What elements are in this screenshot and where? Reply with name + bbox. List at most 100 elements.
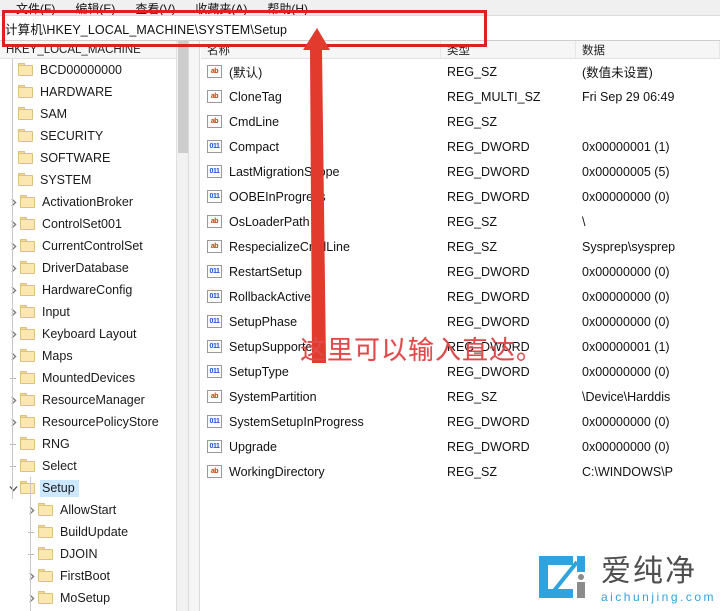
chevron-right-icon[interactable] [6, 389, 20, 411]
dword-value-icon: 011 [207, 340, 222, 353]
registry-values-pane[interactable]: 名称 类型 数据 ab (默认) REG_SZ (数值未设置) ab CloneTag RE… [201, 41, 720, 611]
tree-root-header[interactable]: HKEY_LOCAL_MACHINE [0, 41, 188, 59]
value-data-cell: 0x00000000 (0) [582, 314, 670, 329]
address-path-text[interactable]: 计算机\HKEY_LOCAL_MACHINE\SYSTEM\Setup [5, 19, 287, 38]
tree-item-keyboard-layout[interactable]: Keyboard Layout [0, 323, 188, 345]
tree-item-mosetup[interactable]: MoSetup [0, 587, 188, 609]
value-name-label: WorkingDirectory [229, 464, 325, 479]
tree-item-driverdatabase[interactable]: DriverDatabase [0, 257, 188, 279]
value-name-cell[interactable]: 011 Upgrade [201, 440, 441, 454]
tree-item-firstboot[interactable]: FirstBoot [0, 565, 188, 587]
tree-item-mounteddevices[interactable]: MountedDevices [0, 367, 188, 389]
value-row[interactable]: ab (默认) REG_SZ (数值未设置) [201, 59, 720, 84]
dword-value-icon: 011 [207, 415, 222, 428]
value-name-label: SystemSetupInProgress [229, 414, 364, 429]
tree-item-controlset001[interactable]: ControlSet001 [0, 213, 188, 235]
chevron-right-icon[interactable] [6, 411, 20, 433]
menu-item-file[interactable]: 文件(F) [6, 2, 65, 15]
tree-item-resourcemanager[interactable]: ResourceManager [0, 389, 188, 411]
tree-item-activationbroker[interactable]: ActivationBroker [0, 191, 188, 213]
tree-item-djoin[interactable]: DJOIN [0, 543, 188, 565]
value-row[interactable]: 011 Compact REG_DWORD 0x00000001 (1) [201, 134, 720, 159]
value-row[interactable]: ab SystemPartition REG_SZ \Device\Harddis [201, 384, 720, 409]
value-row[interactable]: ab RespecializeCmdLine REG_SZ Sysprep\syspr… [201, 234, 720, 259]
folder-icon [18, 151, 35, 165]
chevron-right-icon[interactable] [6, 235, 20, 257]
chevron-right-icon[interactable] [6, 279, 20, 301]
menu-item-view[interactable]: 查看(V) [125, 2, 185, 15]
tree-item-buildupdate[interactable]: BuildUpdate [0, 521, 188, 543]
folder-icon [38, 525, 55, 539]
values-list-container: ab (默认) REG_SZ (数值未设置) ab CloneTag REG_MULTI_S… [201, 59, 720, 484]
value-name-cell[interactable]: ab WorkingDirectory [201, 465, 441, 479]
folder-icon [38, 503, 55, 517]
string-value-icon: ab [207, 390, 222, 403]
value-row[interactable]: 011 SystemSetupInProgress REG_DWORD 0x00000… [201, 409, 720, 434]
column-header-type[interactable]: 类型 [441, 41, 576, 58]
tree-item-label: HARDWARE [40, 84, 113, 99]
value-row[interactable]: ab WorkingDirectory REG_SZ C:\WINDOWS\P [201, 459, 720, 484]
chevron-down-icon[interactable] [6, 477, 20, 499]
chevron-right-icon[interactable] [24, 587, 38, 609]
folder-icon [20, 415, 37, 429]
tree-item-label: SYSTEM [40, 172, 92, 187]
value-row[interactable]: ab OsLoaderPath REG_SZ \ [201, 209, 720, 234]
tree-item-sam[interactable]: SAM [0, 103, 188, 125]
tree-item-system[interactable]: SYSTEM [0, 169, 188, 191]
value-data-cell: 0x00000000 (0) [582, 364, 670, 379]
watermark-logo-icon [533, 552, 591, 607]
watermark-text-block: 爱纯净 aichunjing.com [601, 556, 716, 603]
tree-item-currentcontrolset[interactable]: CurrentControlSet [0, 235, 188, 257]
registry-tree-pane[interactable]: HKEY_LOCAL_MACHINE BCD00000000 HARDWARE SA… [0, 41, 188, 611]
chevron-right-icon[interactable] [6, 191, 20, 213]
value-name-label: CloneTag [229, 89, 282, 104]
tree-item-label: BCD00000000 [40, 62, 123, 77]
menu-item-favorites[interactable]: 收藏夹(A) [185, 2, 257, 15]
value-row[interactable]: 011 RestartSetup REG_DWORD 0x00000000 (0) [201, 259, 720, 284]
tree-item-maps[interactable]: Maps [0, 345, 188, 367]
value-data-cell: (数值未设置) [582, 66, 653, 80]
column-header-data[interactable]: 数据 [576, 41, 720, 58]
value-name-label: Compact [229, 139, 280, 154]
value-row[interactable]: 011 Upgrade REG_DWORD 0x00000000 (0) [201, 434, 720, 459]
tree-item-hardware[interactable]: HARDWARE [0, 81, 188, 103]
menu-item-edit[interactable]: 编辑(E) [65, 2, 125, 15]
value-name-cell[interactable]: 011 SystemSetupInProgress [201, 415, 441, 429]
value-row[interactable]: 011 LastMigrationScope REG_DWORD 0x00000005… [201, 159, 720, 184]
value-row[interactable]: 011 RollbackActive REG_DWORD 0x00000000 (0) [201, 284, 720, 309]
pane-splitter[interactable] [188, 41, 200, 611]
tree-scrollbar-thumb[interactable] [178, 41, 188, 153]
tree-item-bcd00000000[interactable]: BCD00000000 [0, 59, 188, 81]
chevron-right-icon[interactable] [6, 323, 20, 345]
tree-item-label: ResourceManager [42, 392, 145, 407]
folder-icon [38, 569, 55, 583]
value-row[interactable]: 011 OOBEInProgress REG_DWORD 0x00000000 (0) [201, 184, 720, 209]
tree-vertical-scrollbar[interactable] [176, 41, 188, 611]
dword-value-icon: 011 [207, 165, 222, 178]
tree-item-software[interactable]: SOFTWARE [0, 147, 188, 169]
menu-item-help[interactable]: 帮助(H) [257, 2, 318, 15]
chevron-right-icon[interactable] [6, 213, 20, 235]
value-row[interactable]: ab CloneTag REG_MULTI_SZ Fri Sep 29 06:49 [201, 84, 720, 109]
tree-item-rng[interactable]: RNG [0, 433, 188, 455]
folder-icon [20, 371, 37, 385]
value-type-cell: REG_SZ [447, 114, 498, 129]
address-bar[interactable]: 计算机\HKEY_LOCAL_MACHINE\SYSTEM\Setup [0, 16, 720, 41]
tree-item-label: Input [42, 304, 70, 319]
tree-item-select[interactable]: Select [0, 455, 188, 477]
chevron-right-icon[interactable] [6, 301, 20, 323]
value-name-cell[interactable]: ab SystemPartition [201, 390, 441, 404]
tree-item-allowstart[interactable]: AllowStart [0, 499, 188, 521]
tree-item-resourcepolicystore[interactable]: ResourcePolicyStore [0, 411, 188, 433]
chevron-right-icon[interactable] [24, 499, 38, 521]
chevron-right-icon[interactable] [24, 565, 38, 587]
tree-item-input[interactable]: Input [0, 301, 188, 323]
tree-item-hardwareconfig[interactable]: HardwareConfig [0, 279, 188, 301]
tree-item-security[interactable]: SECURITY [0, 125, 188, 147]
chevron-right-icon[interactable] [6, 345, 20, 367]
value-row[interactable]: ab CmdLine REG_SZ [201, 109, 720, 134]
tree-item-setup[interactable]: Setup [0, 477, 188, 499]
tree-item-label: FirstBoot [60, 568, 111, 583]
chevron-right-icon[interactable] [6, 257, 20, 279]
